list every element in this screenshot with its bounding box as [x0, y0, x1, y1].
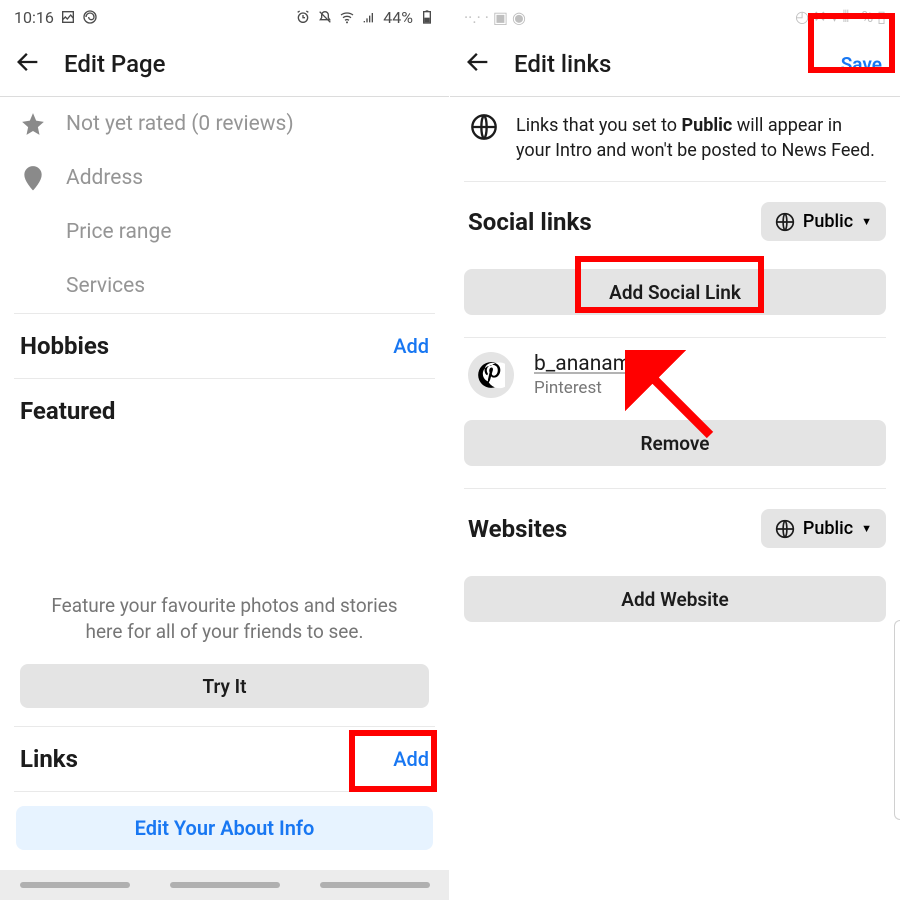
address-text: Address [66, 166, 143, 190]
featured-section-header: Featured [14, 379, 435, 443]
wifi-icon [339, 9, 355, 25]
nav-bar-fade [0, 870, 449, 900]
page-title: Edit Page [64, 50, 166, 78]
pinterest-icon [468, 352, 514, 398]
price-row[interactable]: Price range [14, 205, 435, 259]
info-row: Links that you set to Public will appear… [464, 97, 886, 181]
rating-row[interactable]: Not yet rated (0 reviews) [14, 97, 435, 151]
phone-left-screenshot: 10:16 44% Edit Page Not yet rated (0 rev… [0, 0, 450, 900]
globe-icon [775, 519, 795, 539]
signal-icon [361, 9, 377, 25]
alarm-icon [295, 9, 311, 25]
edit-about-button[interactable]: Edit Your About Info [16, 806, 433, 850]
star-icon [20, 111, 46, 137]
status-time: 10:16 [14, 8, 54, 27]
social-links-title: Social links [464, 208, 592, 236]
services-row[interactable]: Services [14, 259, 435, 313]
nav-pill [20, 882, 130, 888]
websites-header: Websites Public ▼ [464, 489, 886, 566]
caret-down-icon: ▼ [861, 522, 872, 535]
phone-right-screenshot: ··.· · ▣ ◉ ◴ ✕ ▾ ⫴ ··% ▯ Edit links Save… [450, 0, 900, 900]
privacy-selector-websites[interactable]: Public ▼ [761, 509, 886, 548]
status-bar: 10:16 44% [0, 0, 449, 30]
featured-title: Featured [20, 397, 115, 425]
address-row[interactable]: Address [14, 151, 435, 205]
app-header-right: Edit links Save [450, 30, 900, 96]
links-title: Links [20, 745, 78, 773]
caret-down-icon: ▼ [861, 215, 872, 228]
save-button[interactable]: Save [841, 53, 882, 76]
add-website-button[interactable]: Add Website [464, 576, 886, 622]
social-link-platform: Pinterest [534, 378, 654, 398]
page-title: Edit links [514, 50, 611, 78]
websites-title: Websites [464, 515, 567, 543]
swirl-icon [82, 9, 98, 25]
back-arrow-icon[interactable] [464, 48, 492, 80]
hobbies-section-header: Hobbies Add [14, 314, 435, 378]
mute-icon [317, 9, 333, 25]
social-link-item: b_ananaman Pinterest [464, 338, 886, 416]
status-bar-faded: ··.· · ▣ ◉ ◴ ✕ ▾ ⫴ ··% ▯ [450, 0, 900, 30]
social-link-name: b_ananaman [534, 352, 654, 376]
services-text: Services [66, 274, 145, 298]
nav-pill [170, 882, 280, 888]
globe-icon [470, 113, 498, 141]
status-battery-pct: 44% [383, 8, 413, 27]
rating-text: Not yet rated (0 reviews) [66, 112, 294, 136]
battery-icon [419, 9, 435, 25]
featured-blurb: Feature your favourite photos and storie… [14, 593, 435, 644]
back-arrow-icon[interactable] [14, 48, 42, 80]
info-text: Links that you set to Public will appear… [516, 113, 880, 163]
privacy-label: Public [803, 211, 853, 232]
privacy-selector-social[interactable]: Public ▼ [761, 202, 886, 241]
image-icon [60, 9, 76, 25]
scroll-bubble-edge [894, 620, 900, 820]
price-text: Price range [66, 220, 171, 244]
nav-pill [320, 882, 430, 888]
privacy-label: Public [803, 518, 853, 539]
remove-button[interactable]: Remove [464, 420, 886, 466]
add-social-link-button[interactable]: Add Social Link [464, 269, 886, 315]
social-links-header: Social links Public ▼ [464, 182, 886, 259]
try-it-button[interactable]: Try It [20, 664, 429, 708]
hobbies-title: Hobbies [20, 332, 109, 360]
app-header-left: Edit Page [0, 30, 449, 96]
links-add-button[interactable]: Add [393, 747, 429, 771]
pin-icon [20, 165, 46, 191]
globe-icon [775, 212, 795, 232]
hobbies-add-button[interactable]: Add [393, 334, 429, 358]
divider [14, 791, 435, 792]
links-section-header: Links Add [14, 727, 435, 791]
